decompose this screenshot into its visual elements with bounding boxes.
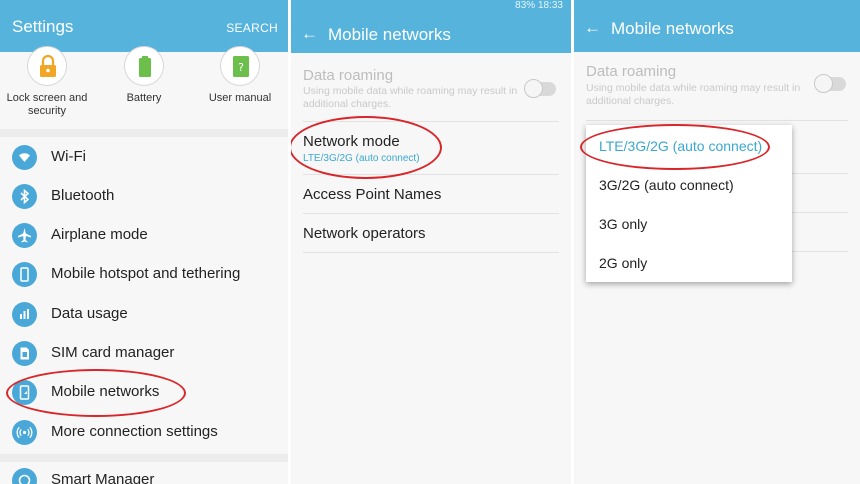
svg-text:?: ? [238,61,244,74]
mobile-networks-icon [12,380,37,405]
battery-icon [124,46,164,86]
book-icon: ? [220,46,260,86]
hotspot-icon [12,262,37,287]
connection-icon [12,420,37,445]
data-usage-icon [12,302,37,327]
sidebar-item-airplane-mode[interactable]: Airplane mode [0,216,288,255]
back-arrow-icon[interactable]: ← [584,18,601,38]
smart-manager-icon [12,468,37,484]
sidebar-item-data-usage[interactable]: Data usage [0,295,288,334]
setting-label: Data usage [51,305,128,322]
airplane-icon [12,223,37,248]
setting-label: More connection settings [51,423,218,440]
option-3g-2g[interactable]: 3G/2G (auto connect) [599,177,734,193]
network-mode-label: Network mode [303,133,400,150]
data-roaming-label: Data roaming [586,63,677,80]
data-roaming-description: Using mobile data while roaming may resu… [586,82,801,107]
lock-icon [27,46,67,86]
setting-label: Airplane mode [51,226,148,243]
page-title: Settings [12,17,74,36]
mobile-networks-app-bar: 83% 18:33 ← Mobile networks [291,0,571,53]
network-operators-row[interactable]: Network operators [303,214,559,253]
access-point-names-row[interactable]: Access Point Names [303,175,559,214]
quick-icon-label: User manual [208,92,272,104]
network-mode-row[interactable]: Network mode LTE/3G/2G (auto connect) [303,122,559,175]
page-title: Mobile networks [611,19,734,38]
network-operators-label: Network operators [303,225,426,242]
bluetooth-icon [12,184,37,209]
data-roaming-toggle[interactable] [524,79,556,98]
status-bar: 83% 18:33 [515,0,563,11]
setting-label: SIM card manager [51,344,175,361]
quick-battery[interactable]: Battery [94,46,194,105]
data-roaming-row[interactable]: Data roaming Using mobile data while roa… [303,53,559,122]
settings-panel: Settings SEARCH Lock screen and security… [0,0,288,484]
network-mode-dialog-panel: ← Mobile networks Data roaming Using mob… [574,0,860,484]
sidebar-item-bluetooth[interactable]: Bluetooth [0,177,288,216]
network-mode-dialog: LTE/3G/2G (auto connect) 3G/2G (auto con… [586,125,792,282]
sidebar-item-wifi[interactable]: Wi-Fi [0,138,288,177]
quick-icon-label: Battery [126,92,162,104]
quick-lock-screen[interactable]: Lock screen and security [0,46,97,118]
quick-icon-label: Lock screen and security [6,92,88,117]
settings-app-bar: Settings SEARCH [0,0,288,52]
access-point-names-label: Access Point Names [303,186,442,203]
setting-label: Mobile networks [51,383,160,400]
setting-label: Bluetooth [51,187,115,204]
setting-label: Mobile hotspot and tethering [51,265,241,282]
option-2g-only[interactable]: 2G only [599,255,647,271]
setting-label: Wi-Fi [51,148,86,165]
section-divider [0,129,288,137]
wifi-icon [12,145,37,170]
sim-card-icon [12,341,37,366]
quick-user-manual[interactable]: ? User manual [190,46,288,105]
sidebar-item-more-connection-settings[interactable]: More connection settings [0,413,288,452]
data-roaming-row[interactable]: Data roaming Using mobile data while roa… [586,52,848,121]
option-lte-3g-2g[interactable]: LTE/3G/2G (auto connect) [599,138,762,154]
mobile-networks-app-bar: ← Mobile networks [574,0,860,52]
network-mode-value: LTE/3G/2G (auto connect) [303,153,420,164]
option-3g-only[interactable]: 3G only [599,216,647,232]
sidebar-item-smart-manager[interactable]: Smart Manager [0,461,288,484]
page-title: Mobile networks [328,25,451,44]
mobile-networks-panel: 83% 18:33 ← Mobile networks Data roaming… [291,0,571,484]
search-button[interactable]: SEARCH [226,21,278,35]
data-roaming-toggle[interactable] [814,74,846,93]
data-roaming-label: Data roaming [303,67,394,84]
sidebar-item-mobile-hotspot[interactable]: Mobile hotspot and tethering [0,255,288,294]
back-arrow-icon[interactable]: ← [301,24,318,44]
setting-label: Smart Manager [51,471,155,484]
sidebar-item-mobile-networks[interactable]: Mobile networks [0,373,288,412]
sidebar-item-sim-card-manager[interactable]: SIM card manager [0,334,288,373]
data-roaming-description: Using mobile data while roaming may resu… [303,85,518,110]
